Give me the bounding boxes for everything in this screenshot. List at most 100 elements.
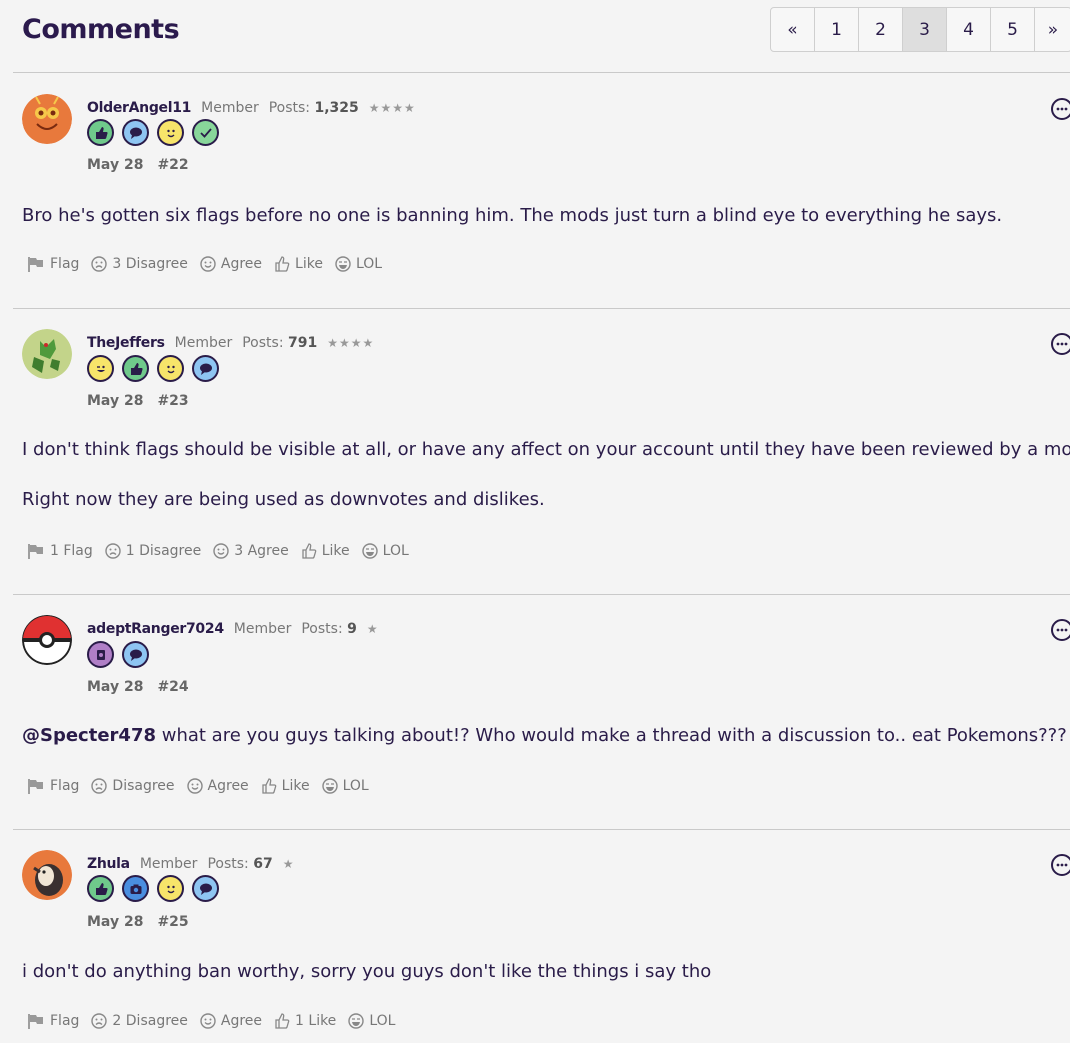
like-button[interactable]: Like — [274, 256, 323, 272]
sad-face-icon — [91, 1013, 108, 1029]
comment-meta: adeptRanger7024 Member Posts: 9 ★ — [87, 621, 379, 637]
thumbs-up-badge-icon[interactable] — [87, 875, 114, 902]
username[interactable]: Zhula — [87, 856, 130, 872]
disagree-button[interactable]: 1 Disagree — [105, 543, 201, 559]
comment-meta: TheJeffers Member Posts: 791 ★★★★ — [87, 335, 374, 351]
reaction-bar: Flag 2 Disagree Agree 1 Like LOL — [27, 1013, 395, 1029]
flag-button[interactable]: Flag — [27, 256, 79, 272]
more-options-icon[interactable] — [1051, 333, 1070, 355]
like-button[interactable]: 1 Like — [274, 1013, 336, 1029]
rank-stars: ★ — [282, 857, 295, 871]
lol-button[interactable]: LOL — [321, 778, 369, 794]
pager-page-2[interactable]: 2 — [859, 8, 903, 51]
post-count: Posts: 9 — [301, 621, 357, 637]
flag-button[interactable]: Flag — [27, 1013, 79, 1029]
smile-face-icon — [200, 1013, 216, 1029]
avatar[interactable] — [22, 615, 72, 665]
comment-date: May 28 #25 — [87, 914, 189, 930]
rank-stars: ★★★★ — [368, 101, 416, 115]
agree-button[interactable]: Agree — [186, 778, 249, 794]
more-options-icon[interactable] — [1051, 854, 1070, 876]
lol-button[interactable]: LOL — [335, 256, 382, 272]
user-mention-link[interactable]: @Specter478 — [22, 725, 156, 746]
thumbs-up-icon — [262, 778, 277, 794]
tablet-badge-icon[interactable] — [87, 641, 114, 668]
speech-badge-icon[interactable] — [122, 119, 149, 146]
laugh-face-icon — [335, 256, 351, 272]
sad-face-icon — [91, 778, 108, 794]
check-badge-icon[interactable] — [192, 119, 219, 146]
laugh-face-icon — [361, 543, 378, 559]
pager-page-3[interactable]: 3 — [903, 8, 947, 51]
post-date[interactable]: May 28 — [87, 393, 143, 409]
smiley-badge-icon[interactable] — [157, 875, 184, 902]
agree-button[interactable]: Agree — [200, 1013, 262, 1029]
post-number[interactable]: #22 — [157, 157, 188, 173]
post-date[interactable]: May 28 — [87, 157, 143, 173]
reaction-bar: Flag Disagree Agree Like LOL — [27, 778, 369, 794]
badge-list — [87, 875, 219, 902]
smile-face-icon — [186, 778, 203, 794]
comment-date: May 28 #23 — [87, 393, 189, 409]
avatar[interactable] — [22, 850, 72, 900]
thumbs-up-badge-icon[interactable] — [87, 119, 114, 146]
username[interactable]: adeptRanger7024 — [87, 621, 224, 637]
comment-item: Zhula Member Posts: 67 ★ May 28 #25 i do… — [13, 830, 1070, 1043]
agree-button[interactable]: Agree — [200, 256, 262, 272]
pager-next[interactable]: » — [1035, 8, 1070, 51]
speech-badge-icon[interactable] — [192, 355, 219, 382]
thumbs-up-badge-icon[interactable] — [122, 355, 149, 382]
user-role: Member — [174, 335, 233, 351]
disagree-button[interactable]: Disagree — [91, 778, 175, 794]
comment-item: adeptRanger7024 Member Posts: 9 ★ May 28… — [13, 595, 1070, 830]
post-number[interactable]: #24 — [157, 679, 188, 695]
comment-body: i don't do anything ban worthy, sorry yo… — [22, 961, 712, 982]
page-title: Comments — [22, 14, 180, 45]
disagree-button[interactable]: 2 Disagree — [91, 1013, 188, 1029]
camera-badge-icon[interactable] — [122, 875, 149, 902]
avatar[interactable] — [22, 329, 72, 379]
smile-face-icon — [200, 256, 216, 272]
sad-face-icon — [91, 256, 108, 272]
reaction-bar: Flag 3 Disagree Agree Like LOL — [27, 256, 382, 272]
pager-prev[interactable]: « — [771, 8, 815, 51]
smiley-badge-icon[interactable] — [157, 355, 184, 382]
user-role: Member — [233, 621, 292, 637]
flag-icon — [28, 544, 43, 559]
smiley-badge-icon[interactable] — [157, 119, 184, 146]
disagree-button[interactable]: 3 Disagree — [91, 256, 188, 272]
username[interactable]: OlderAngel11 — [87, 100, 191, 116]
pager-page-5[interactable]: 5 — [991, 8, 1035, 51]
like-button[interactable]: Like — [301, 543, 350, 559]
agree-button[interactable]: 3 Agree — [213, 543, 289, 559]
post-count: Posts: 1,325 — [268, 100, 359, 116]
laugh-face-icon — [321, 778, 338, 794]
wink-badge-icon[interactable] — [87, 355, 114, 382]
sad-face-icon — [105, 543, 121, 559]
post-number[interactable]: #25 — [157, 914, 188, 930]
more-options-icon[interactable] — [1051, 98, 1070, 120]
pager-page-4[interactable]: 4 — [947, 8, 991, 51]
username[interactable]: TheJeffers — [87, 335, 165, 351]
comment-body: I don't think flags should be visible at… — [22, 439, 1070, 460]
user-role: Member — [139, 856, 198, 872]
speech-badge-icon[interactable] — [192, 875, 219, 902]
post-date[interactable]: May 28 — [87, 914, 143, 930]
speech-badge-icon[interactable] — [122, 641, 149, 668]
pager-page-1[interactable]: 1 — [815, 8, 859, 51]
thumbs-up-icon — [275, 1013, 290, 1029]
flag-button[interactable]: Flag — [27, 778, 79, 794]
lol-button[interactable]: LOL — [348, 1013, 395, 1029]
comment-date: May 28 #24 — [87, 679, 189, 695]
more-options-icon[interactable] — [1051, 619, 1070, 641]
post-date[interactable]: May 28 — [87, 679, 143, 695]
flag-icon — [28, 779, 43, 794]
lol-button[interactable]: LOL — [361, 543, 409, 559]
like-button[interactable]: Like — [261, 778, 310, 794]
flag-icon — [28, 1014, 43, 1029]
user-role: Member — [201, 100, 259, 116]
post-number[interactable]: #23 — [157, 393, 188, 409]
avatar[interactable] — [22, 94, 72, 144]
flag-button[interactable]: 1 Flag — [27, 543, 93, 559]
thumbs-up-icon — [302, 543, 317, 559]
